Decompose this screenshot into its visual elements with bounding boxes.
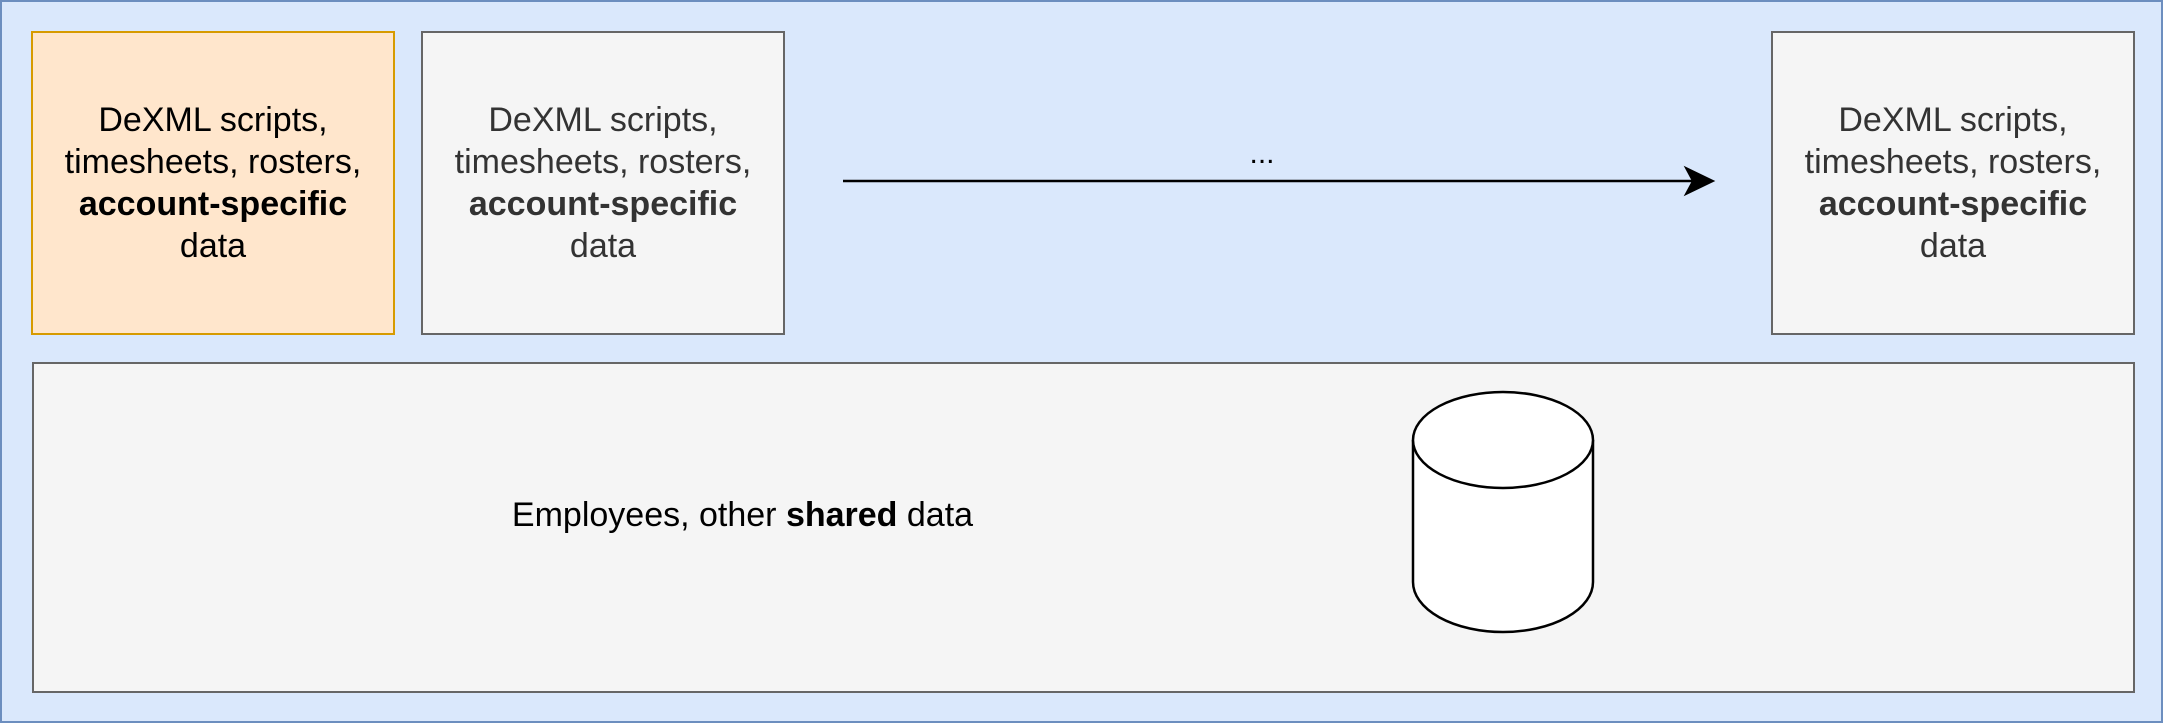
arrow-right-icon xyxy=(843,165,1716,197)
diagram-overlay xyxy=(843,165,1716,634)
database-cylinder-icon xyxy=(1411,390,1595,634)
diagram-background: DeXML scripts, timesheets, rosters, acco… xyxy=(0,0,2163,723)
